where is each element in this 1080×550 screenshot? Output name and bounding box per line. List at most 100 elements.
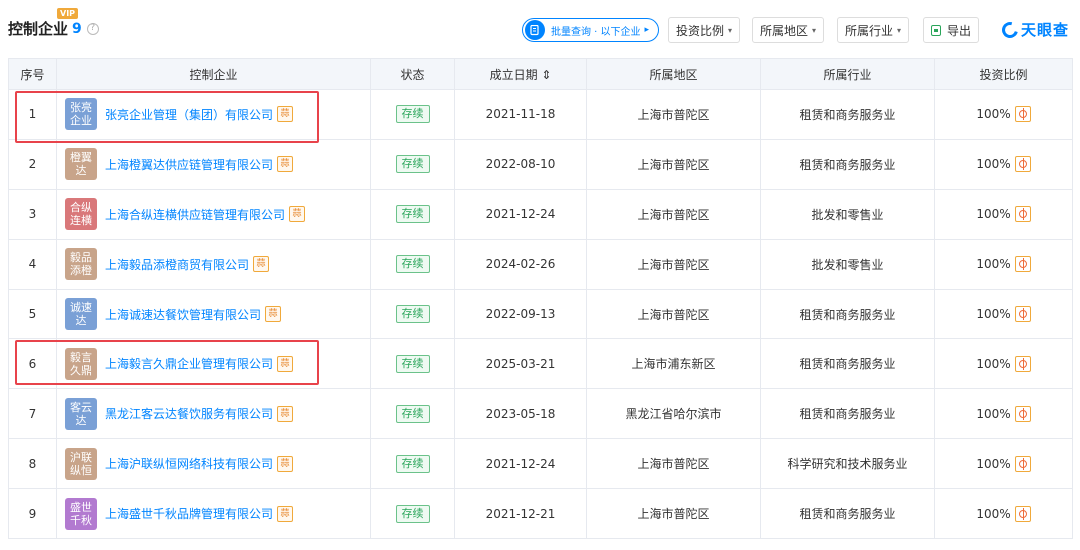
company-logo: 诚速达: [65, 298, 97, 330]
company-name-link[interactable]: 黑龙江客云达餐饮服务有限公司: [105, 405, 273, 422]
date-cell: 2021-11-18: [454, 89, 587, 140]
status-badge: 存续: [395, 354, 430, 373]
row-number: 7: [8, 388, 57, 440]
company-logo: 毅品添橙: [65, 248, 97, 281]
equity-chart-icon[interactable]: [1014, 206, 1031, 223]
equity-chart-icon[interactable]: [1014, 256, 1031, 273]
row-number: 5: [8, 288, 57, 340]
company-tag-icon[interactable]: 蒜: [277, 355, 294, 372]
equity-chart-icon[interactable]: [1014, 306, 1031, 322]
company-name-link[interactable]: 上海诚速达餐饮管理有限公司: [105, 306, 261, 323]
region-cell: 上海市普陀区: [586, 438, 761, 490]
ratio-cell: 100%: [934, 138, 1073, 190]
company-tag-icon[interactable]: 蒜: [277, 455, 294, 472]
company-tag-icon[interactable]: 蒜: [277, 156, 294, 173]
region-cell: 上海市普陀区: [586, 138, 761, 190]
company-name-link[interactable]: 上海毅言久鼎企业管理有限公司: [105, 355, 273, 372]
tianyancha-logo: 天眼查: [999, 18, 1069, 41]
table-row: 7 客云达 黑龙江客云达餐饮服务有限公司蒜 存续 2023-05-18 黑龙江省哈尔滨市租…: [8, 388, 1073, 440]
batch-query-button[interactable]: 批量查询 · 以下企业 ▸: [522, 18, 659, 42]
company-tag-icon[interactable]: 蒜: [277, 106, 294, 123]
ratio-value: 100%: [976, 107, 1011, 122]
date-cell: 2022-09-13: [454, 288, 587, 340]
company-name-link[interactable]: 上海合纵连横供应链管理有限公司: [105, 206, 285, 223]
export-button[interactable]: 导出: [923, 17, 980, 43]
col-header-company: 控制企业: [56, 58, 371, 90]
ratio-cell: 100%: [934, 238, 1073, 290]
chevron-right-icon: ▸: [644, 25, 650, 35]
table-row: 9 盛世千秋 上海盛世千秋品牌管理有限公司蒜 存续 2021-12-21 上海市普陀区 租赁…: [8, 488, 1073, 540]
company-cell: 张亮企业 张亮企业管理（集团）有限公司蒜: [56, 89, 371, 140]
invest-ratio-label: 投资比例: [676, 23, 725, 38]
export-icon: [931, 24, 941, 36]
ratio-cell: 100%: [934, 488, 1073, 540]
table-row: 5 诚速达 上海诚速达餐饮管理有限公司蒜 存续 2022-09-13 上海市普陀区 租赁和商…: [8, 288, 1073, 340]
ratio-cell: 100%: [934, 288, 1073, 340]
help-icon[interactable]: ?: [86, 22, 99, 35]
industry-cell: 租赁和商务服务业: [760, 388, 935, 440]
status-cell: 存续: [370, 188, 455, 240]
status-cell: 存续: [370, 488, 455, 540]
company-name-link[interactable]: 上海沪联纵恒网络科技有限公司: [105, 455, 273, 472]
date-cell: 2022-08-10: [454, 138, 587, 190]
company-logo: 客云达: [65, 397, 97, 430]
industry-cell: 租赁和商务服务业: [760, 89, 935, 140]
company-cell: 客云达 黑龙江客云达餐饮服务有限公司蒜: [56, 388, 371, 440]
page-header: VIP 控制企业 9 ? 批量查询 · 以下企业 ▸ 投资比例 ▾ 所属地区 ▾…: [0, 0, 1080, 58]
date-cell: 2021-12-24: [454, 188, 587, 240]
row-number: 8: [8, 438, 57, 490]
status-badge: 存续: [395, 105, 430, 124]
col-header-industry: 所属行业: [760, 58, 935, 90]
equity-chart-icon[interactable]: [1014, 156, 1031, 173]
company-tag-icon[interactable]: 蒜: [289, 206, 306, 223]
industry-cell: 租赁和商务服务业: [760, 488, 935, 540]
company-logo: 沪联纵恒: [65, 447, 97, 480]
company-cell: 沪联纵恒 上海沪联纵恒网络科技有限公司蒜: [56, 438, 371, 490]
industry-dropdown[interactable]: 所属行业 ▾: [837, 17, 910, 43]
table-row: 8 沪联纵恒 上海沪联纵恒网络科技有限公司蒜 存续 2021-12-24 上海市普陀区 科学…: [8, 438, 1073, 490]
company-logo: 合纵连横: [65, 198, 97, 231]
company-cell: 毅品添橙 上海毅品添橙商贸有限公司蒜: [56, 238, 371, 290]
region-dropdown[interactable]: 所属地区 ▾: [752, 17, 825, 43]
col-header-date[interactable]: 成立日期 ⇕: [454, 58, 587, 90]
company-name-link[interactable]: 张亮企业管理（集团）有限公司: [105, 106, 273, 123]
col-header-no: 序号: [8, 58, 57, 90]
company-name-link[interactable]: 上海盛世千秋品牌管理有限公司: [105, 505, 273, 522]
company-tag-icon[interactable]: 蒜: [277, 505, 294, 522]
section-count: 9: [72, 20, 82, 37]
equity-chart-icon[interactable]: [1014, 405, 1031, 422]
section-title-text: 控制企业: [8, 20, 69, 38]
table-header-row: 序号 控制企业 状态 成立日期 ⇕ 所属地区 所属行业 投资比例: [8, 58, 1073, 90]
status-badge: 存续: [395, 155, 430, 174]
status-badge: 存续: [395, 404, 430, 423]
company-cell: 合纵连横 上海合纵连横供应链管理有限公司蒜: [56, 188, 371, 240]
date-cell: 2023-05-18: [454, 388, 587, 440]
company-logo: 毅言久鼎: [65, 347, 97, 380]
invest-ratio-dropdown[interactable]: 投资比例 ▾: [668, 17, 741, 43]
equity-chart-icon[interactable]: [1014, 455, 1031, 472]
status-badge: 存续: [395, 305, 430, 323]
company-cell: 毅言久鼎 上海毅言久鼎企业管理有限公司蒜: [56, 338, 371, 390]
industry-cell: 科学研究和技术服务业: [760, 438, 935, 490]
ratio-value: 100%: [976, 506, 1011, 521]
company-cell: 诚速达 上海诚速达餐饮管理有限公司蒜: [56, 288, 371, 340]
caret-down-icon: ▾: [728, 25, 733, 35]
company-tag-icon[interactable]: 蒜: [253, 256, 270, 273]
col-header-ratio: 投资比例: [934, 58, 1073, 90]
status-badge: 存续: [395, 205, 430, 224]
equity-chart-icon[interactable]: [1014, 106, 1031, 123]
company-name-link[interactable]: 上海毅品添橙商贸有限公司: [105, 256, 249, 273]
row-number: 1: [8, 89, 57, 140]
equity-chart-icon[interactable]: [1014, 355, 1031, 372]
section-title: 控制企业 9 ?: [8, 18, 99, 39]
region-cell: 黑龙江省哈尔滨市: [586, 388, 761, 440]
industry-cell: 租赁和商务服务业: [760, 338, 935, 390]
date-cell: 2021-12-24: [454, 438, 587, 490]
company-name-link[interactable]: 上海橙翼达供应链管理有限公司: [105, 156, 273, 173]
company-tag-icon[interactable]: 蒜: [265, 306, 282, 322]
industry-cell: 批发和零售业: [760, 188, 935, 240]
equity-chart-icon[interactable]: [1014, 505, 1031, 522]
company-tag-icon[interactable]: 蒜: [277, 405, 294, 422]
row-number: 2: [8, 138, 57, 190]
date-cell: 2024-02-26: [454, 238, 587, 290]
